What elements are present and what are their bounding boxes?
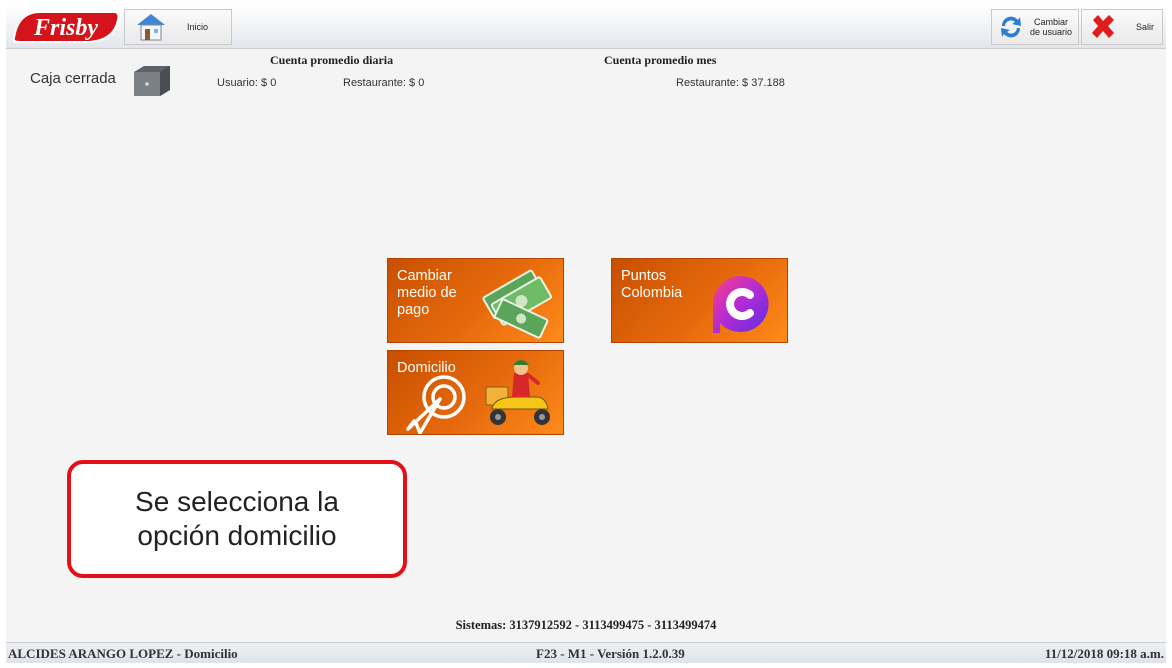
- home-button-label: Inicio: [187, 22, 209, 32]
- money-icon: [482, 269, 552, 339]
- exit-button[interactable]: Salir: [1081, 9, 1163, 45]
- svg-text:Frisby: Frisby: [33, 15, 98, 41]
- instruction-callout: Se selecciona la opción domicilio: [67, 460, 407, 578]
- puntos-colombia-logo: [713, 276, 769, 333]
- delivery-scooter-icon: [485, 360, 550, 425]
- frisby-logo: Frisby: [12, 11, 120, 43]
- status-version: F23 - M1 - Versión 1.2.0.39: [536, 646, 685, 661]
- daily-user-value: Usuario: $ 0: [217, 77, 277, 89]
- change-user-label: Cambiar de usuario: [1029, 17, 1073, 37]
- instruction-callout-text: Se selecciona la opción domicilio: [135, 486, 339, 551]
- status-bar: ALCIDES ARANGO LOPEZ - Domicilio F23 - M…: [6, 642, 1166, 663]
- daily-average-title: Cuenta promedio diaria: [270, 53, 394, 67]
- cash-status-label: Caja cerrada: [30, 70, 116, 87]
- safe-icon: [134, 66, 170, 96]
- home-icon: [137, 14, 165, 41]
- puntos-colombia-tile[interactable]: Puntos Colombia: [611, 258, 788, 343]
- change-user-button[interactable]: Cambiar de usuario: [991, 9, 1079, 45]
- home-button[interactable]: Inicio: [124, 9, 232, 45]
- daily-restaurant-value: Restaurante: $ 0: [343, 77, 425, 89]
- monthly-restaurant-value: Restaurante: $ 37.188: [676, 77, 785, 89]
- monthly-average-title: Cuenta promedio mes: [604, 53, 717, 67]
- top-toolbar: Frisby Inicio Cambiar de usuario Salir: [6, 6, 1166, 49]
- refresh-icon: [1001, 16, 1021, 38]
- pointer-hand-icon: [406, 375, 466, 434]
- status-datetime: 11/12/2018 09:18 a.m.: [1044, 646, 1164, 661]
- pos-app-window: Frisby Inicio Cambiar de usuario Salir C…: [6, 6, 1166, 663]
- puntos-colombia-label: Puntos Colombia: [621, 268, 683, 301]
- change-payment-method-tile[interactable]: Cambiar medio de pago: [387, 258, 564, 343]
- systems-phone-numbers: Sistemas: 3137912592 - 3113499475 - 3113…: [455, 618, 717, 632]
- change-payment-method-label: Cambiar medio de pago: [397, 268, 457, 318]
- delivery-tile[interactable]: Domicilio: [387, 350, 564, 435]
- exit-button-label: Salir: [1136, 22, 1155, 32]
- close-icon: [1092, 15, 1114, 38]
- status-user: ALCIDES ARANGO LOPEZ - Domicilio: [8, 646, 238, 661]
